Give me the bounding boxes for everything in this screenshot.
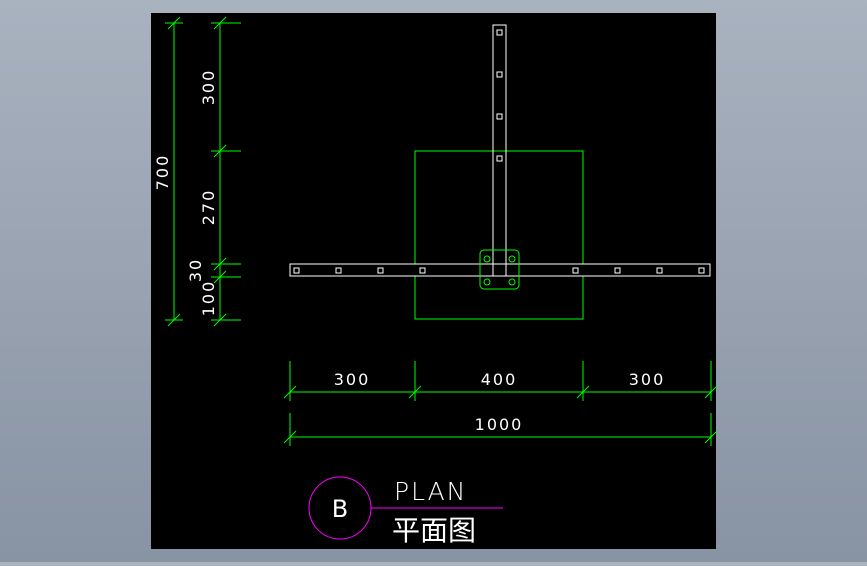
cad-viewport: 700 300 270 30 100 300 400 300 1000 B PL…	[0, 0, 867, 562]
horizontal-member[interactable]	[289, 263, 711, 277]
dim-horizontal-400: 400	[481, 370, 518, 389]
dim-horizontal-total: 1000	[475, 415, 524, 434]
dim-horizontal-300-right: 300	[629, 370, 666, 389]
dim-horizontal-300-left: 300	[334, 370, 371, 389]
dim-vertical-30: 30	[186, 258, 205, 282]
section-mark-label: B	[332, 495, 348, 523]
dim-vertical-300: 300	[199, 69, 218, 106]
drawing-title-zh: 平面图	[392, 514, 476, 547]
drawing-canvas[interactable]	[151, 13, 716, 549]
drawing-title-en: PLAN	[394, 477, 467, 506]
dim-vertical-100: 100	[199, 280, 218, 317]
dim-vertical-270: 270	[199, 189, 218, 226]
dim-vertical-total: 700	[153, 154, 172, 191]
